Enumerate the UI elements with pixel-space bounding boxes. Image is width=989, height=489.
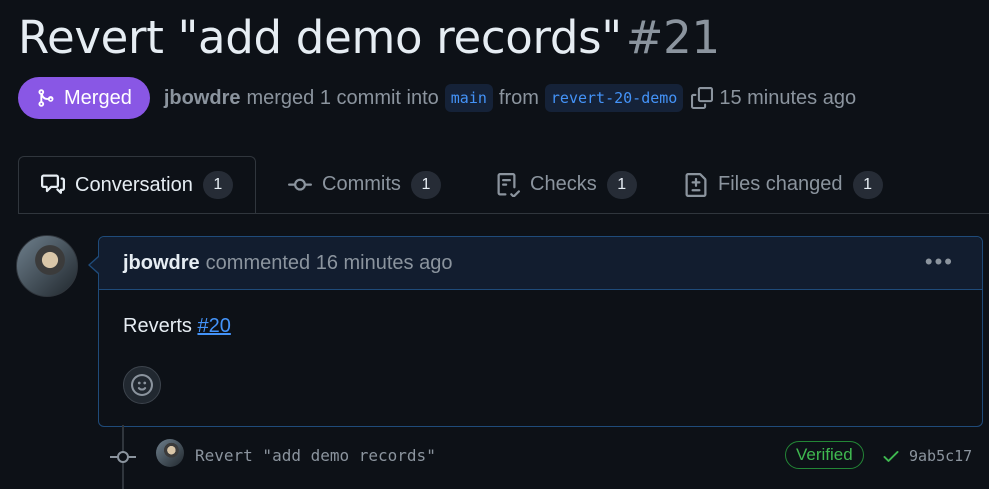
git-commit-icon	[110, 451, 136, 463]
comment-arrow-inner	[90, 257, 99, 273]
base-branch[interactable]: main	[444, 84, 493, 112]
tab-label: Checks	[530, 173, 597, 195]
add-reaction-button[interactable]	[123, 366, 161, 404]
pr-number: #21	[625, 11, 720, 64]
comment-discussion-icon	[41, 174, 65, 194]
tab-count: 1	[202, 171, 233, 199]
pr-title-text: Revert "add demo records"	[18, 11, 622, 64]
git-commit-icon	[288, 178, 312, 191]
status-badge: Merged	[18, 77, 150, 119]
comment-action[interactable]: commented 16 minutes ago	[206, 252, 453, 275]
issue-ref-link[interactable]: #20	[197, 315, 230, 337]
pr-time: 15 minutes ago	[719, 86, 857, 109]
tab-files-changed[interactable]: Files changed 1	[684, 156, 883, 213]
comment-author-link[interactable]: jbowdre	[123, 252, 200, 275]
checklist-icon	[497, 172, 520, 197]
comment-box: jbowdre commented 16 minutes ago ••• Rev…	[98, 236, 983, 427]
commit-sha-link[interactable]: 9ab5c17	[909, 447, 972, 465]
smiley-icon	[131, 374, 153, 396]
copy-icon[interactable]	[691, 87, 714, 109]
commit-row: Revert "add demo records" Verified 9ab5c…	[110, 438, 989, 474]
comment-header: jbowdre commented 16 minutes ago •••	[99, 237, 982, 290]
pr-title: Revert "add demo records"#21	[18, 8, 720, 68]
commit-author-avatar[interactable]	[156, 439, 184, 467]
git-merge-icon	[38, 89, 54, 107]
tab-count: 1	[606, 170, 637, 199]
tab-commits[interactable]: Commits 1	[288, 156, 441, 213]
from-text: from	[498, 86, 539, 109]
tab-count: 1	[410, 170, 441, 199]
comment-body-text: Reverts	[123, 315, 192, 337]
avatar[interactable]	[16, 235, 78, 297]
file-diff-icon	[685, 172, 707, 197]
pr-author-link[interactable]: jbowdre	[164, 87, 241, 110]
tab-conversation[interactable]: Conversation 1	[18, 156, 256, 213]
tab-label: Conversation	[75, 173, 193, 196]
verified-badge[interactable]: Verified	[785, 441, 864, 469]
status-badge-label: Merged	[64, 86, 132, 109]
tab-label: Files changed	[718, 173, 843, 195]
pr-tabs: Conversation 1 Commits 1 Checks 1 Files …	[18, 156, 989, 214]
comment-body: Reverts #20	[123, 315, 231, 338]
tab-label: Commits	[322, 173, 401, 195]
tab-checks[interactable]: Checks 1	[496, 156, 637, 213]
tab-count: 1	[852, 170, 883, 199]
check-icon[interactable]	[881, 446, 901, 466]
commit-message-link[interactable]: Revert "add demo records"	[195, 446, 436, 465]
head-branch[interactable]: revert-20-demo	[544, 84, 684, 112]
merge-text: merged 1 commit into	[246, 86, 439, 109]
pr-meta: Merged jbowdre merged 1 commit into main…	[18, 77, 856, 119]
kebab-menu-icon[interactable]: •••	[925, 249, 954, 275]
